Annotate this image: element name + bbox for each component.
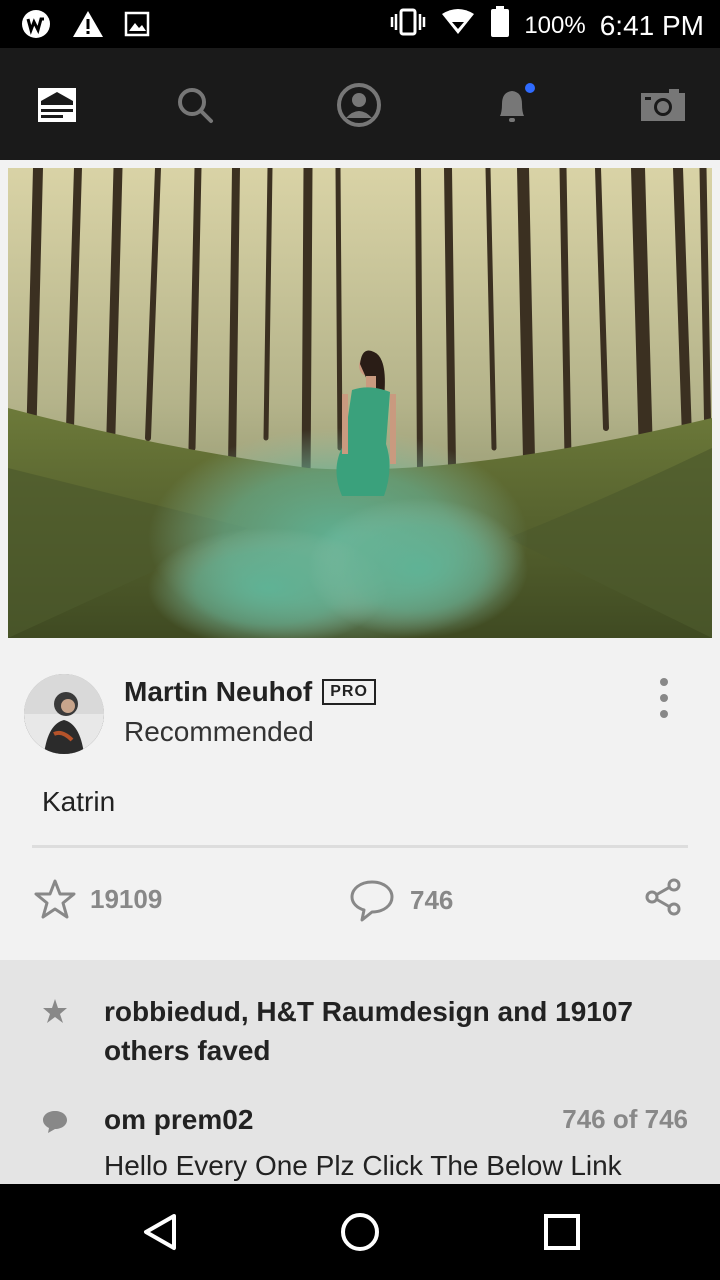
post-subtitle: Recommended [124, 716, 314, 747]
profile-icon[interactable] [334, 80, 384, 130]
star-icon [43, 999, 67, 1023]
status-bar: 100% 6:41 PM [0, 0, 720, 48]
share-icon [645, 878, 681, 916]
share-button[interactable] [644, 878, 682, 916]
comment-icon [43, 1111, 67, 1133]
recents-icon[interactable] [542, 1212, 582, 1252]
post-card: Martin Neuhof PRO Recommended Katrin 191… [0, 638, 720, 960]
divider [32, 845, 688, 848]
comment-text: Hello Every One Plz Click The Below Link [104, 1150, 622, 1181]
star-outline-icon [34, 879, 76, 919]
fav-count: 19109 [90, 883, 163, 914]
comment-outline-icon [350, 880, 394, 922]
warning-icon [72, 9, 104, 44]
author-name[interactable]: Martin Neuhof [124, 676, 312, 708]
battery-percent: 100% [524, 11, 586, 39]
notifications-icon[interactable] [488, 80, 538, 130]
home-icon[interactable] [340, 1212, 380, 1252]
clock: 6:41 PM [599, 9, 704, 41]
image-icon [124, 11, 150, 42]
pro-badge: PRO [322, 679, 376, 705]
camera-icon[interactable] [638, 80, 688, 130]
activity-section: robbiedud, H&T Raumdesign and 19107 othe… [0, 960, 720, 1184]
comments-button[interactable]: 746 [348, 878, 453, 922]
system-nav-bar [0, 1184, 720, 1280]
faved-summary[interactable]: robbiedud, H&T Raumdesign and 19107 othe… [104, 992, 684, 1070]
wifi-icon [440, 8, 476, 43]
comment-count: 746 [410, 884, 454, 915]
search-icon[interactable] [170, 80, 220, 130]
fav-button[interactable]: 19109 [34, 878, 162, 920]
notification-dot [525, 83, 535, 93]
author-row: Martin Neuhof PRO [124, 676, 376, 708]
photo-caption: Katrin [42, 786, 116, 817]
post-photo[interactable] [8, 168, 712, 638]
more-options-icon[interactable] [652, 678, 676, 722]
vibrate-icon [390, 8, 426, 43]
back-icon[interactable] [140, 1212, 180, 1252]
battery-icon [490, 6, 510, 45]
app-logo-icon [20, 8, 52, 45]
comment-position: 746 of 746 [562, 1104, 688, 1134]
feed-icon[interactable] [32, 80, 82, 130]
commenter-name[interactable]: om prem02 [104, 1104, 253, 1136]
avatar[interactable] [24, 674, 104, 754]
app-nav-bar [0, 48, 720, 160]
